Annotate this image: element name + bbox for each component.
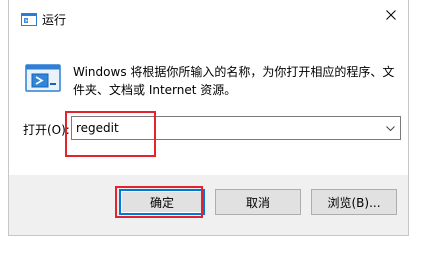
close-icon [386, 9, 396, 23]
chevron-down-icon [385, 121, 395, 135]
run-icon [21, 13, 37, 26]
browse-button[interactable]: 浏览(B)... [311, 189, 397, 215]
title-bar: 运行 [9, 0, 408, 38]
window-title: 运行 [42, 13, 67, 27]
highlight-box-ok [115, 186, 203, 218]
highlight-box-input [65, 111, 156, 157]
cancel-button[interactable]: 取消 [215, 189, 301, 215]
close-button[interactable] [374, 0, 408, 32]
open-label: 打开(O): [23, 123, 70, 137]
dropdown-button[interactable] [382, 117, 398, 139]
dialog-description: Windows 将根据你所输入的名称，为你打开相应的程序、文件夹、文档或 Int… [73, 65, 395, 97]
run-icon [25, 63, 61, 93]
